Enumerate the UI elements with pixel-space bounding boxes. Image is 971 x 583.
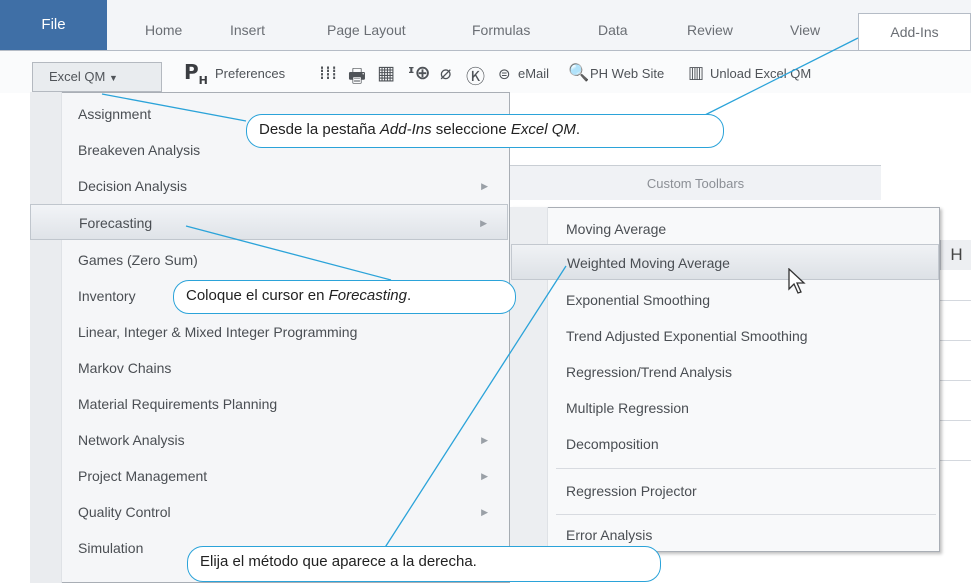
menu-item-quality-control[interactable]: Quality Control ▶ [62, 494, 508, 530]
printer-icon[interactable]: 🖶 [348, 62, 366, 94]
menu-item-label: Network Analysis [78, 432, 185, 448]
callout-select-excel-qm: Desde la pestaña Add-Ins seleccione Exce… [246, 114, 724, 148]
eraser-icon[interactable]: ⌀ [440, 62, 451, 84]
submenu-item-exponential-smoothing[interactable]: Exponential Smoothing [548, 282, 939, 318]
tab-data[interactable]: Data [598, 22, 628, 38]
preferences-button[interactable]: Preferences [215, 66, 285, 81]
menu-item-linear-programming[interactable]: Linear, Integer & Mixed Integer Programm… [62, 314, 508, 350]
submenu-separator [556, 514, 936, 515]
callout-choose-method: Elija el método que aparece a la derecha… [187, 546, 661, 582]
menu-item-label: Decision Analysis [78, 178, 187, 194]
tab-view[interactable]: View [790, 22, 820, 38]
unload-icon: ▥ [688, 63, 705, 83]
submenu-item-trend-adjusted-exponential-smoothing[interactable]: Trend Adjusted Exponential Smoothing [548, 318, 939, 354]
menu-item-project-management[interactable]: Project Management ▶ [62, 458, 508, 494]
k-circle-icon[interactable]: Ⓚ [466, 62, 485, 89]
submenu-arrow-icon: ▶ [481, 435, 488, 445]
submenu-arrow-icon: ▶ [481, 471, 488, 481]
submenu-item-weighted-moving-average[interactable]: Weighted Moving Average [511, 244, 939, 280]
email-button[interactable]: eMail [518, 66, 549, 81]
submenu-separator [556, 468, 936, 469]
grid-line [940, 380, 971, 381]
submenu-arrow-icon: ▶ [480, 218, 487, 228]
unload-excel-qm-button[interactable]: Unload Excel QM [710, 66, 811, 81]
grid-line [940, 300, 971, 301]
callout-hover-forecasting: Coloque el cursor en Forecasting. [173, 280, 516, 314]
preferences-icon: PH [184, 60, 208, 87]
submenu-item-moving-average[interactable]: Moving Average [548, 211, 939, 247]
submenu-item-multiple-regression[interactable]: Multiple Regression [548, 390, 939, 426]
menu-item-games[interactable]: Games (Zero Sum) [62, 242, 508, 278]
web-site-icon: 🔍 [568, 63, 590, 83]
mouse-pointer-icon [788, 268, 806, 294]
menu-item-label: Quality Control [78, 504, 171, 520]
grid-line [940, 460, 971, 461]
tab-file[interactable]: File [0, 0, 107, 50]
submenu-item-regression-trend-analysis[interactable]: Regression/Trend Analysis [548, 354, 939, 390]
menu-item-material-requirements-planning[interactable]: Material Requirements Planning [62, 386, 508, 422]
menu-item-network-analysis[interactable]: Network Analysis ▶ [62, 422, 508, 458]
menu-item-decision-analysis[interactable]: Decision Analysis ▶ [62, 168, 508, 204]
info-icon[interactable]: ᶦ⊕ [408, 62, 431, 84]
chevron-down-icon: ▼ [108, 73, 118, 83]
tab-review[interactable]: Review [687, 22, 733, 38]
excel-qm-button[interactable]: Excel QM ▼ [32, 62, 162, 92]
tab-insert[interactable]: Insert [230, 22, 265, 38]
submenu-arrow-icon: ▶ [481, 181, 488, 191]
columns-icon[interactable]: ⁞⁞⁞ [319, 62, 337, 84]
menu-item-markov-chains[interactable]: Markov Chains [62, 350, 508, 386]
tab-add-ins[interactable]: Add-Ins [858, 13, 971, 50]
grid-icon[interactable]: ▦ [377, 62, 395, 84]
column-header-h[interactable]: H [940, 240, 971, 270]
submenu-arrow-icon: ▶ [481, 507, 488, 517]
tab-page-layout[interactable]: Page Layout [327, 22, 406, 38]
email-icon: ⊜ [498, 65, 511, 83]
grid-line [940, 420, 971, 421]
tab-home[interactable]: Home [145, 22, 182, 38]
grid-line [940, 340, 971, 341]
menu-item-label: Forecasting [79, 215, 153, 231]
submenu-item-regression-projector[interactable]: Regression Projector [548, 473, 939, 509]
submenu-item-decomposition[interactable]: Decomposition [548, 426, 939, 462]
ph-web-site-button[interactable]: PH Web Site [590, 66, 664, 81]
menu-icon-gutter [30, 92, 62, 583]
menu-item-forecasting[interactable]: Forecasting ▶ [30, 204, 508, 240]
excel-qm-label: Excel QM [49, 69, 106, 84]
menu-item-label: Project Management [78, 468, 208, 484]
custom-toolbars-group-label: Custom Toolbars [510, 165, 881, 204]
tab-formulas[interactable]: Formulas [472, 22, 530, 38]
